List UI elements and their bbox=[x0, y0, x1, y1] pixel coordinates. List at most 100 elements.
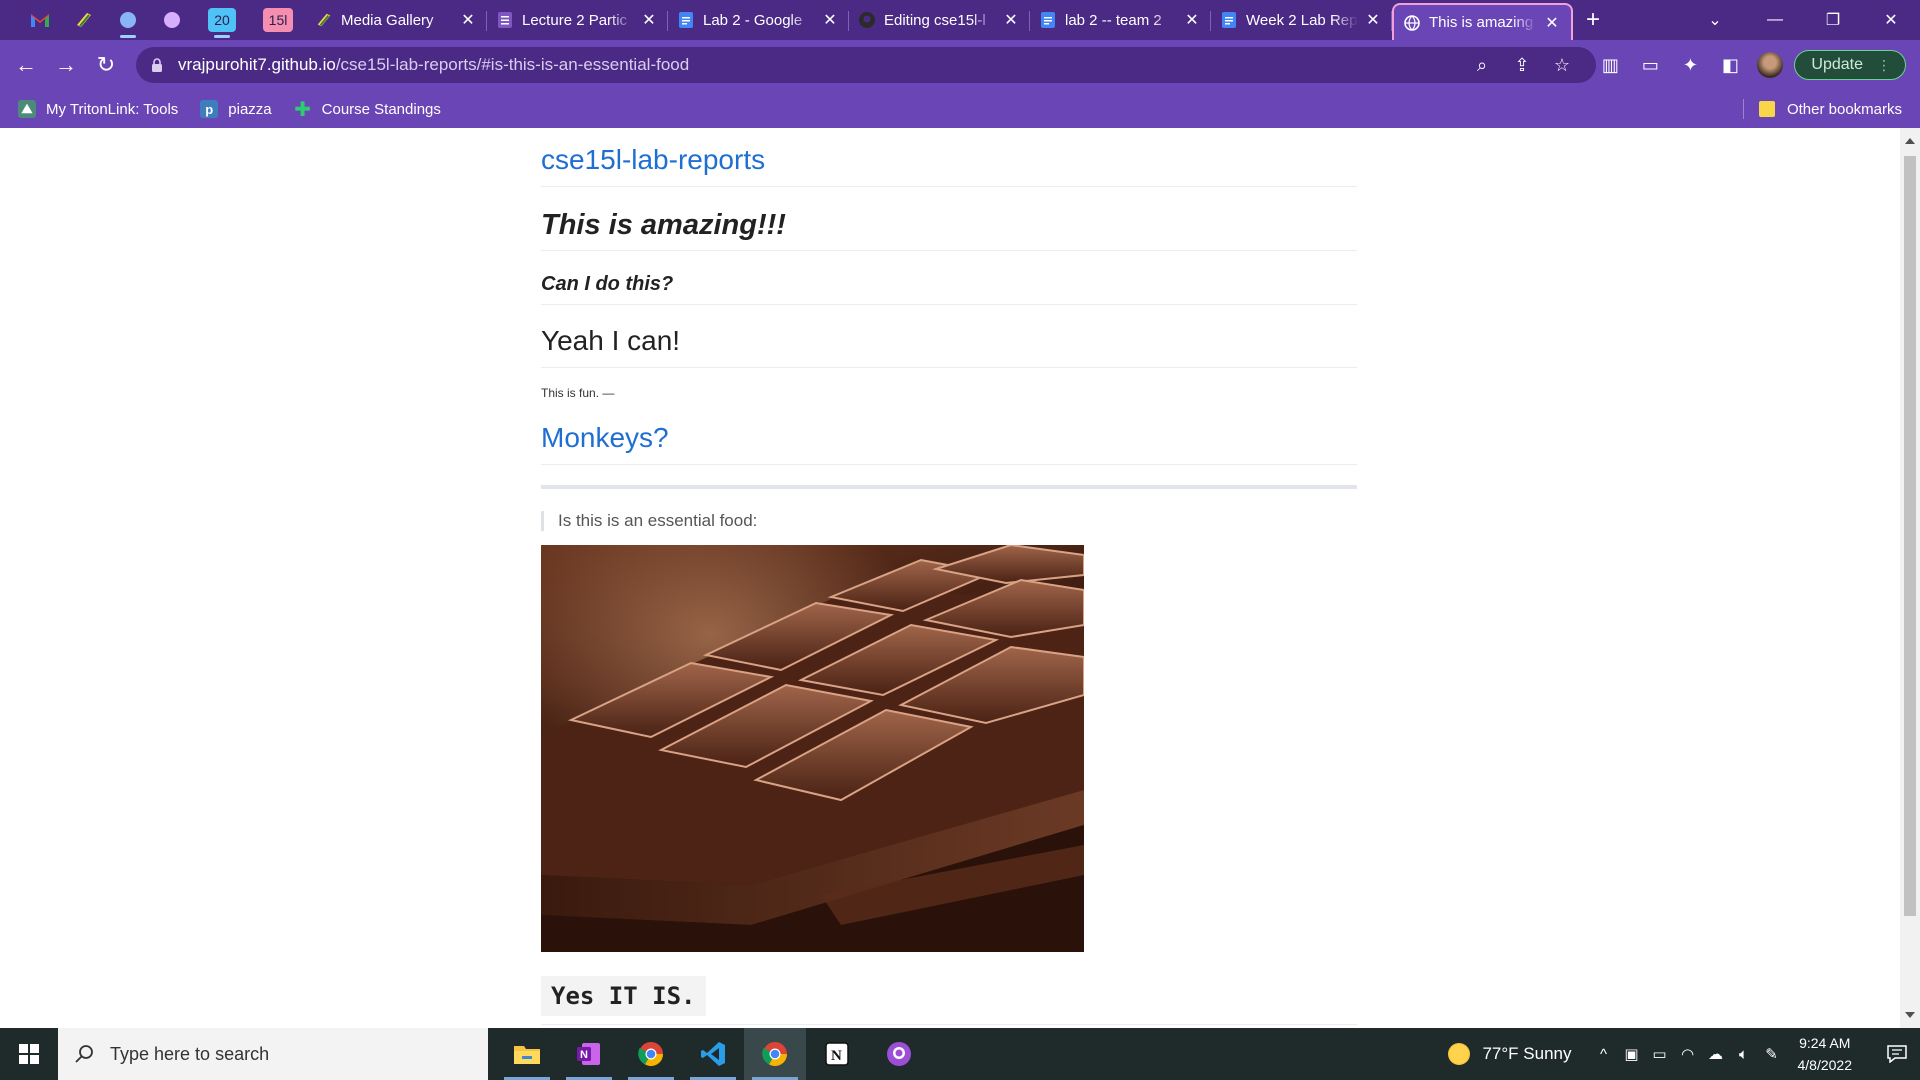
back-button[interactable]: ← bbox=[6, 45, 46, 85]
forward-arrow-icon: → bbox=[55, 52, 77, 77]
tab-editing-cse15l[interactable]: Editing cse15l-l ✕ bbox=[849, 3, 1030, 37]
cast-button[interactable]: ▭ bbox=[1630, 45, 1670, 85]
url-path: /cse15l-lab-reports/#is-this-is-an-essen… bbox=[335, 55, 690, 74]
tab-search-button[interactable]: ⌄ bbox=[1695, 0, 1735, 40]
folder-icon bbox=[514, 1046, 540, 1064]
puzzle-icon: ✦ bbox=[1682, 54, 1698, 75]
bookmark-label: My TritonLink: Tools bbox=[46, 100, 179, 118]
pinned-tab-badge-20[interactable]: 20 bbox=[194, 0, 250, 40]
taskbar-notion[interactable]: N bbox=[806, 1028, 868, 1080]
page-scrollbar[interactable] bbox=[1900, 128, 1920, 1028]
other-bookmarks-button[interactable]: Other bookmarks bbox=[1758, 90, 1902, 128]
sun-icon bbox=[1448, 1043, 1471, 1065]
svg-text:N: N bbox=[580, 1049, 588, 1061]
chevron-up-icon[interactable]: ^ bbox=[1590, 1046, 1618, 1063]
close-icon[interactable]: ✕ bbox=[640, 11, 658, 29]
tab-indicator bbox=[120, 35, 136, 38]
bookmark-course-standings[interactable]: ✚ Course Standings bbox=[294, 99, 441, 121]
side-panel-icon: ◧ bbox=[1721, 54, 1739, 75]
taskbar-chrome-active[interactable] bbox=[744, 1028, 806, 1080]
minimize-button[interactable]: — bbox=[1746, 0, 1804, 40]
bookmark-tritonlink[interactable]: ⛰ My TritonLink: Tools bbox=[18, 100, 178, 118]
tab-title: Editing cse15l-l bbox=[884, 11, 986, 29]
tab-lab-2-team-2[interactable]: lab 2 -- team 2 ✕ bbox=[1030, 3, 1211, 37]
forward-button[interactable]: → bbox=[46, 45, 86, 85]
battery-icon[interactable]: ▭ bbox=[1646, 1045, 1674, 1063]
scroll-up-icon[interactable] bbox=[1905, 138, 1915, 144]
bookmark-piazza[interactable]: p piazza bbox=[200, 100, 272, 118]
avatar[interactable] bbox=[1757, 52, 1784, 78]
restore-button[interactable]: ❐ bbox=[1804, 0, 1862, 40]
onedrive-icon[interactable]: ☁ bbox=[1702, 1045, 1730, 1063]
tab-title: Week 2 Lab Rep bbox=[1246, 11, 1358, 29]
vscode-icon bbox=[701, 1042, 725, 1066]
volume-icon[interactable]: 🔈︎ bbox=[1730, 1046, 1758, 1063]
start-button[interactable] bbox=[0, 1028, 58, 1080]
taskbar-chrome[interactable] bbox=[620, 1028, 682, 1080]
tab-lab-2-google[interactable]: Lab 2 - Google ✕ bbox=[668, 3, 849, 37]
back-arrow-icon: ← bbox=[15, 52, 37, 77]
close-icon[interactable]: ✕ bbox=[821, 11, 839, 29]
close-window-button[interactable]: ✕ bbox=[1862, 0, 1920, 40]
taskbar-github-desktop[interactable] bbox=[868, 1028, 930, 1080]
bookmark-separator bbox=[1743, 99, 1744, 119]
url-text: vrajpurohit7.github.io/cse15l-lab-report… bbox=[178, 55, 689, 75]
reload-button[interactable]: ↻ bbox=[86, 45, 126, 85]
pinned-tab-badge-15l[interactable]: 15l bbox=[250, 0, 306, 40]
search-placeholder: Type here to search bbox=[110, 1043, 270, 1064]
tab-media-gallery[interactable]: Media Gallery ✕ bbox=[306, 3, 487, 37]
tab-lecture-2[interactable]: Lecture 2 Partic ✕ bbox=[487, 3, 668, 37]
tab-this-is-amazing[interactable]: This is amazing ✕ bbox=[1392, 3, 1573, 40]
close-icon[interactable]: ✕ bbox=[1364, 11, 1382, 29]
address-bar[interactable]: vrajpurohit7.github.io/cse15l-lab-report… bbox=[136, 47, 1596, 83]
taskbar-search-input[interactable]: Type here to search bbox=[58, 1028, 488, 1080]
taskbar-vscode[interactable] bbox=[682, 1028, 744, 1080]
notifications-button[interactable] bbox=[1874, 1045, 1920, 1063]
share-icon[interactable]: ⇪ bbox=[1502, 55, 1542, 76]
close-icon[interactable]: ✕ bbox=[1183, 11, 1201, 29]
weather-widget[interactable]: 77°F Sunny bbox=[1448, 1043, 1572, 1065]
weather-text: 77°F Sunny bbox=[1482, 1044, 1572, 1063]
heading-can-i: Can I do this? bbox=[541, 273, 1357, 305]
fun-text: This is fun. — bbox=[541, 386, 615, 400]
scroll-thumb[interactable] bbox=[1904, 156, 1916, 916]
update-button[interactable]: Update ⋮ bbox=[1794, 50, 1906, 80]
pen-icon[interactable]: ✎ bbox=[1758, 1045, 1786, 1063]
zoom-icon[interactable]: ⌕ bbox=[1462, 55, 1502, 76]
svg-text:N: N bbox=[831, 1048, 842, 1064]
close-icon[interactable]: ✕ bbox=[1543, 14, 1561, 32]
window-controls: — ❐ ✕ bbox=[1746, 0, 1920, 40]
new-tab-button[interactable]: + bbox=[1573, 0, 1613, 40]
extensions-button[interactable]: ✦ bbox=[1670, 45, 1710, 85]
wifi-icon[interactable]: ◠ bbox=[1674, 1045, 1702, 1063]
tab-title: Media Gallery bbox=[341, 11, 434, 29]
page-content: cse15l-lab-reports This is amazing!!! Ca… bbox=[541, 128, 1357, 1025]
pinned-tab-circle-blue[interactable] bbox=[106, 0, 150, 40]
tab-week-2-lab-report[interactable]: Week 2 Lab Rep ✕ bbox=[1211, 3, 1392, 37]
code-block-wrapper: Yes IT IS. bbox=[541, 952, 1357, 1025]
close-icon[interactable]: ✕ bbox=[1002, 11, 1020, 29]
piazza-icon: p bbox=[200, 100, 219, 118]
notification-icon bbox=[1887, 1045, 1907, 1063]
columns-icon: ▥ bbox=[1601, 54, 1619, 75]
close-icon[interactable]: ✕ bbox=[459, 11, 477, 29]
taskbar-onenote[interactable]: N bbox=[558, 1028, 620, 1080]
scroll-down-icon[interactable] bbox=[1905, 1012, 1915, 1018]
gmail-icon bbox=[31, 14, 49, 27]
heading-yeah: Yeah I can! bbox=[541, 325, 1357, 368]
pinned-tab-gmail[interactable] bbox=[18, 0, 62, 40]
site-title-link[interactable]: cse15l-lab-reports bbox=[541, 128, 1357, 187]
notability-icon bbox=[77, 13, 91, 27]
meet-now-icon[interactable]: ▣ bbox=[1618, 1045, 1646, 1063]
pinned-tabs: 20 15l bbox=[0, 0, 306, 40]
taskbar-clock[interactable]: 9:24 AM 4/8/2022 bbox=[1798, 1032, 1853, 1076]
pinned-tab-circle-purple[interactable] bbox=[150, 0, 194, 40]
star-icon[interactable]: ☆ bbox=[1542, 55, 1582, 76]
monkeys-link[interactable]: Monkeys? bbox=[541, 422, 1357, 465]
chrome-icon bbox=[762, 1042, 787, 1067]
taskbar-file-explorer[interactable] bbox=[496, 1028, 558, 1080]
reading-list-button[interactable]: ▥ bbox=[1590, 45, 1630, 85]
clock-date: 4/8/2022 bbox=[1797, 1057, 1853, 1073]
side-panel-button[interactable]: ◧ bbox=[1710, 45, 1750, 85]
pinned-tab-notability[interactable] bbox=[62, 0, 106, 40]
